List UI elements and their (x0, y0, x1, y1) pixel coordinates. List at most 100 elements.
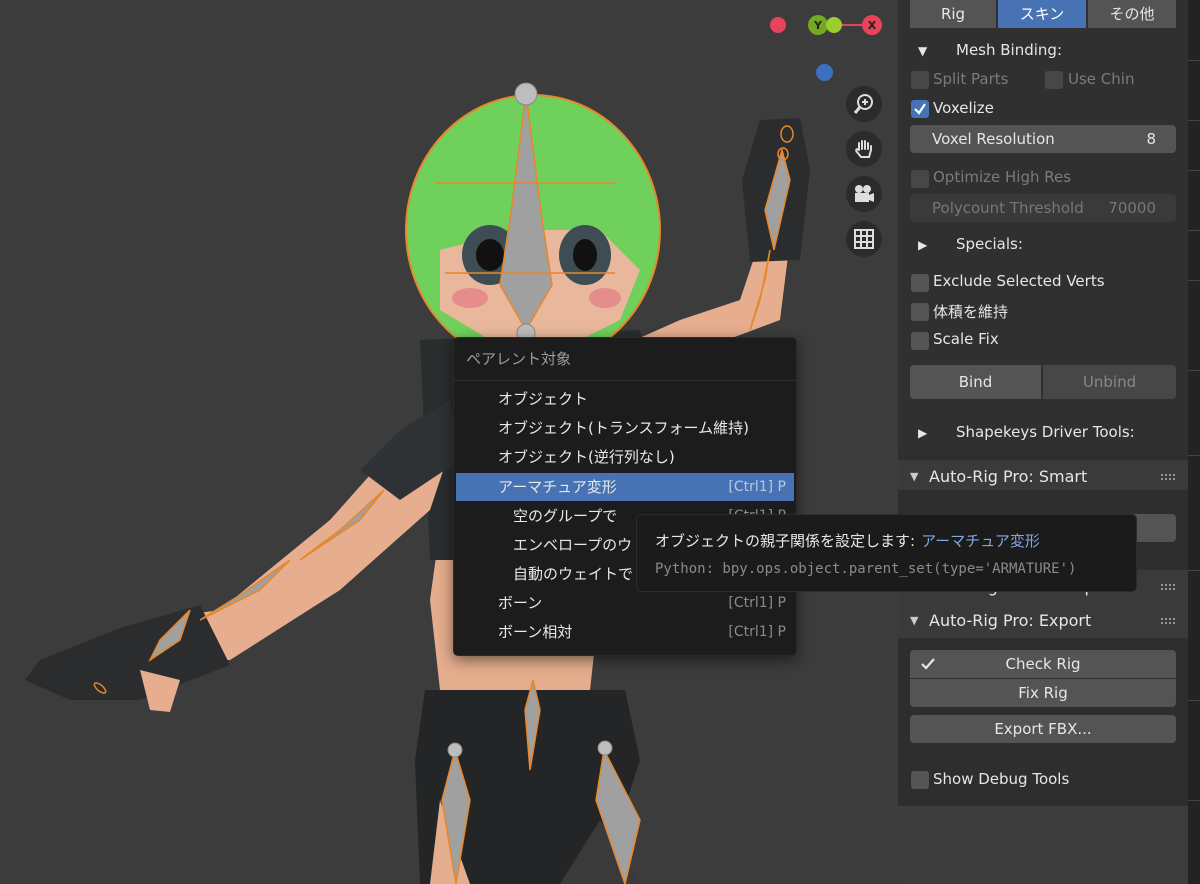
check-rig-label: Check Rig (1005, 655, 1081, 673)
show-debug-tools-label: Show Debug Tools (933, 770, 1070, 788)
menu-item-bone[interactable]: ボーン [Ctrl1] P (456, 589, 794, 617)
scale-fix-checkbox[interactable] (911, 332, 929, 350)
tooltip-description: オブジェクトの親子関係を設定します: (655, 532, 916, 550)
fix-rig-button[interactable]: Fix Rig (910, 679, 1176, 707)
checkmark-icon (914, 103, 926, 115)
show-debug-tools-checkbox[interactable] (911, 771, 929, 789)
mesh-binding-collapse-icon[interactable]: ▼ (918, 44, 927, 58)
tab-rig[interactable]: Rig (910, 0, 996, 28)
zoom-icon (853, 94, 873, 114)
voxelize-checkbox[interactable] (911, 100, 929, 118)
menu-item-object-without-inverse[interactable]: オブジェクト(逆行列なし) (456, 443, 794, 471)
menu-item-label: ボーン (498, 594, 543, 612)
tab-divider (1188, 570, 1200, 571)
tab-divider (1188, 60, 1200, 61)
menu-item-label: オブジェクト(トランスフォーム維持) (498, 419, 749, 437)
menu-item-object[interactable]: オブジェクト (456, 385, 794, 413)
camera-view-button[interactable] (846, 176, 882, 212)
use-chin-label: Use Chin (1068, 70, 1135, 88)
menu-item-shortcut: [Ctrl1] P (728, 595, 786, 611)
use-chin-checkbox[interactable] (1045, 71, 1063, 89)
voxel-resolution-label: Voxel Resolution (932, 130, 1055, 148)
parent-to-menu: ペアレント対象 オブジェクト オブジェクト(トランスフォーム維持) オブジェクト… (453, 337, 797, 656)
menu-item-object-keep-transform[interactable]: オブジェクト(トランスフォーム維持) (456, 414, 794, 442)
tab-divider (1188, 230, 1200, 231)
gizmo-z-axis[interactable] (816, 64, 833, 81)
tab-misc[interactable]: その他 (1088, 0, 1176, 28)
gizmo-y-axis[interactable]: Y (808, 15, 828, 35)
gizmo-neg-x-dot[interactable] (770, 17, 786, 33)
gizmo-x-label: X (867, 18, 877, 32)
polycount-threshold-field[interactable]: Polycount Threshold 70000 (910, 194, 1176, 222)
exclude-selected-verts-label: Exclude Selected Verts (933, 272, 1105, 290)
drag-grip-icon[interactable] (1160, 473, 1176, 481)
drag-grip-icon[interactable] (1160, 617, 1176, 625)
split-parts-checkbox[interactable] (911, 71, 929, 89)
sidebar-tab-strip[interactable] (1188, 0, 1200, 884)
exclude-selected-verts-checkbox[interactable] (911, 274, 929, 292)
gizmo-x-axis[interactable]: X (862, 15, 882, 35)
voxelize-label: Voxelize (933, 99, 994, 117)
export-fbx-button[interactable]: Export FBX... (910, 715, 1176, 743)
tab-divider (1188, 455, 1200, 456)
ortho-toggle-button[interactable] (846, 221, 882, 257)
mesh-binding-label: Mesh Binding: (956, 41, 1062, 59)
voxel-resolution-value: 8 (1146, 130, 1156, 148)
smart-section-label: Auto-Rig Pro: Smart (929, 467, 1088, 486)
addon-sidebar-panel: Rig スキン その他 ▼ Mesh Binding: Split Parts … (898, 0, 1188, 884)
optimize-high-res-label: Optimize High Res (933, 168, 1072, 186)
tooltip-description-line: オブジェクトの親子関係を設定します: アーマチュア変形 (655, 530, 1040, 551)
checkmark-icon (921, 658, 935, 670)
hand-icon (855, 140, 872, 158)
unbind-button[interactable]: Unbind (1043, 365, 1176, 399)
menu-item-bone-relative[interactable]: ボーン相対 [Ctrl1] P (456, 618, 794, 646)
menu-item-shortcut: [Ctrl1] P (728, 624, 786, 640)
bind-button[interactable]: Bind (910, 365, 1041, 399)
menu-separator (454, 380, 796, 381)
tab-divider (1188, 370, 1200, 371)
menu-item-armature-deform[interactable]: アーマチュア変形 [Ctrl1] P (456, 473, 794, 501)
menu-item-label: 自動のウェイトで (513, 565, 634, 583)
split-parts-label: Split Parts (933, 70, 1009, 88)
export-section-header[interactable]: ▼ Auto-Rig Pro: Export (898, 604, 1188, 638)
drag-grip-icon[interactable] (1160, 583, 1176, 591)
tab-divider (1188, 120, 1200, 121)
optimize-high-res-checkbox[interactable] (911, 170, 929, 188)
scale-fix-label: Scale Fix (933, 330, 999, 348)
specials-label: Specials: (956, 235, 1023, 253)
gizmo-x-line (842, 24, 862, 26)
preserve-volume-checkbox[interactable] (911, 303, 929, 321)
gizmo-y-label: Y (814, 18, 822, 32)
gizmo-pos-y-dot[interactable] (826, 17, 842, 33)
menu-item-label: エンベロープのウ (513, 536, 633, 554)
panel-bottom-area (898, 806, 1188, 884)
menu-title: ペアレント対象 (466, 350, 572, 368)
export-collapse-icon: ▼ (910, 614, 919, 627)
shapekeys-expand-icon[interactable]: ▶ (918, 426, 927, 440)
menu-item-shortcut: [Ctrl1] P (728, 479, 786, 495)
tooltip-python: Python: bpy.ops.object.parent_set(type='… (655, 561, 1077, 577)
grid-icon (854, 229, 874, 249)
menu-item-label: 空のグループで (513, 507, 618, 525)
smart-collapse-icon: ▼ (910, 470, 919, 483)
menu-item-label: オブジェクト (498, 390, 589, 408)
operator-tooltip: オブジェクトの親子関係を設定します: アーマチュア変形 Python: bpy.o… (636, 514, 1137, 592)
zoom-button[interactable] (846, 86, 882, 122)
shapekeys-label: Shapekeys Driver Tools: (956, 423, 1135, 441)
preserve-volume-label: 体積を維持 (933, 303, 1009, 321)
tab-divider (1188, 280, 1200, 281)
smart-section-header[interactable]: ▼ Auto-Rig Pro: Smart (898, 460, 1188, 494)
menu-item-label: オブジェクト(逆行列なし) (498, 448, 675, 466)
export-section-label: Auto-Rig Pro: Export (929, 611, 1092, 630)
check-rig-button[interactable]: Check Rig (910, 650, 1176, 678)
polycount-threshold-label: Polycount Threshold (932, 199, 1084, 217)
tab-skin[interactable]: スキン (998, 0, 1086, 28)
tooltip-highlight: アーマチュア変形 (921, 532, 1040, 550)
camera-icon (855, 185, 874, 202)
pan-button[interactable] (846, 131, 882, 167)
menu-item-label: ボーン相対 (498, 623, 573, 641)
voxel-resolution-field[interactable]: Voxel Resolution 8 (910, 125, 1176, 153)
polycount-threshold-value: 70000 (1108, 199, 1156, 217)
menu-item-label: アーマチュア変形 (498, 478, 617, 496)
specials-expand-icon[interactable]: ▶ (918, 238, 927, 252)
